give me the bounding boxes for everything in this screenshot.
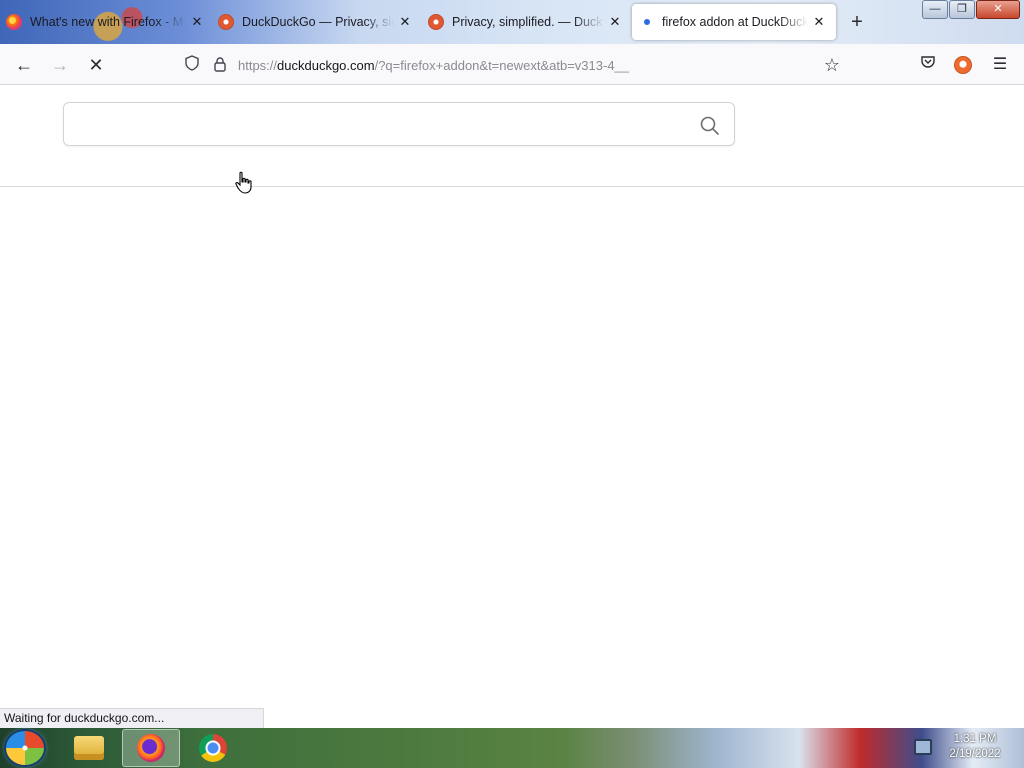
start-button[interactable] (6, 731, 44, 765)
url-prefix: https:// (238, 57, 278, 73)
taskbar-windows-explorer[interactable] (60, 729, 118, 767)
tab-title: DuckDuckGo — Privacy, simp (242, 15, 394, 29)
url-text[interactable]: https://duckduckgo.com/?q=firefox+addon&… (238, 58, 629, 73)
folder-icon (74, 736, 104, 760)
tab-privacy-simplified[interactable]: Privacy, simplified. — DuckD ✕ (428, 4, 624, 40)
url-path: /?q=firefox+addon&t=newext&atb=v313-4__ (374, 57, 630, 73)
tab-firefox-addon-search[interactable]: firefox addon at DuckDuckGo ✕ (632, 4, 836, 40)
restore-button[interactable]: ❐ (949, 0, 975, 19)
new-tab-button[interactable]: + (846, 11, 868, 33)
address-bar[interactable]: https://duckduckgo.com/?q=firefox+addon&… (178, 50, 856, 80)
taskbar-firefox[interactable] (122, 729, 180, 767)
search-input[interactable] (76, 111, 676, 139)
tab-strip: What's new with Firefox - Mo ✕ DuckDuckG… (0, 0, 1024, 44)
back-button[interactable]: ← (10, 52, 38, 78)
hamburger-menu-icon[interactable]: ☰ (988, 53, 1012, 77)
tab-whats-new-firefox[interactable]: What's new with Firefox - Mo ✕ (6, 4, 206, 40)
close-icon[interactable]: ✕ (810, 14, 828, 30)
tab-title: Privacy, simplified. — DuckD (452, 15, 604, 29)
firefox-icon (6, 14, 22, 30)
tab-title: firefox addon at DuckDuckGo (662, 15, 808, 29)
lock-icon[interactable] (206, 56, 234, 75)
tracking-protection-shield-icon[interactable] (178, 55, 206, 75)
network-icon[interactable] (914, 739, 932, 755)
minimize-button[interactable]: — (922, 0, 948, 19)
pocket-icon[interactable] (916, 53, 940, 77)
taskbar-chrome[interactable] (184, 729, 242, 767)
header-divider (0, 186, 1024, 187)
bookmark-star-icon[interactable]: ☆ (820, 52, 844, 78)
hand-cursor-icon (235, 171, 252, 194)
navigation-toolbar: ← → ✕ https://duckduckgo.com/?q=firefox+… (0, 44, 1024, 85)
clock-date: 2/19/2022 (949, 748, 1001, 760)
stop-loading-button[interactable]: ✕ (82, 52, 110, 78)
page-content (0, 85, 1024, 728)
firefox-icon (137, 734, 165, 762)
close-icon[interactable]: ✕ (188, 14, 206, 30)
window-controls: — ❐ ✕ (922, 0, 1021, 20)
chrome-icon (199, 734, 227, 762)
forward-button[interactable]: → (46, 52, 74, 78)
close-window-button[interactable]: ✕ (976, 0, 1020, 19)
duckduckgo-extension-icon[interactable] (954, 56, 972, 74)
close-icon[interactable]: ✕ (606, 14, 624, 30)
duckduckgo-icon (218, 14, 234, 30)
status-bar: Waiting for duckduckgo.com... (0, 708, 264, 728)
tab-title: What's new with Firefox - Mo (30, 15, 186, 29)
tab-duckduckgo-privacy-simple[interactable]: DuckDuckGo — Privacy, simp ✕ (218, 4, 414, 40)
search-box[interactable] (63, 102, 735, 146)
close-icon[interactable]: ✕ (396, 14, 414, 30)
loading-dot-icon (644, 19, 650, 25)
clock-time: 1:31 PM (953, 733, 997, 745)
search-icon[interactable] (699, 115, 721, 137)
taskbar-clock[interactable]: 1:31 PM 2/19/2022 (940, 732, 1010, 762)
duckduckgo-icon (428, 14, 444, 30)
url-host: duckduckgo.com (277, 57, 375, 73)
windows-taskbar: 1:31 PM 2/19/2022 (0, 728, 1024, 768)
